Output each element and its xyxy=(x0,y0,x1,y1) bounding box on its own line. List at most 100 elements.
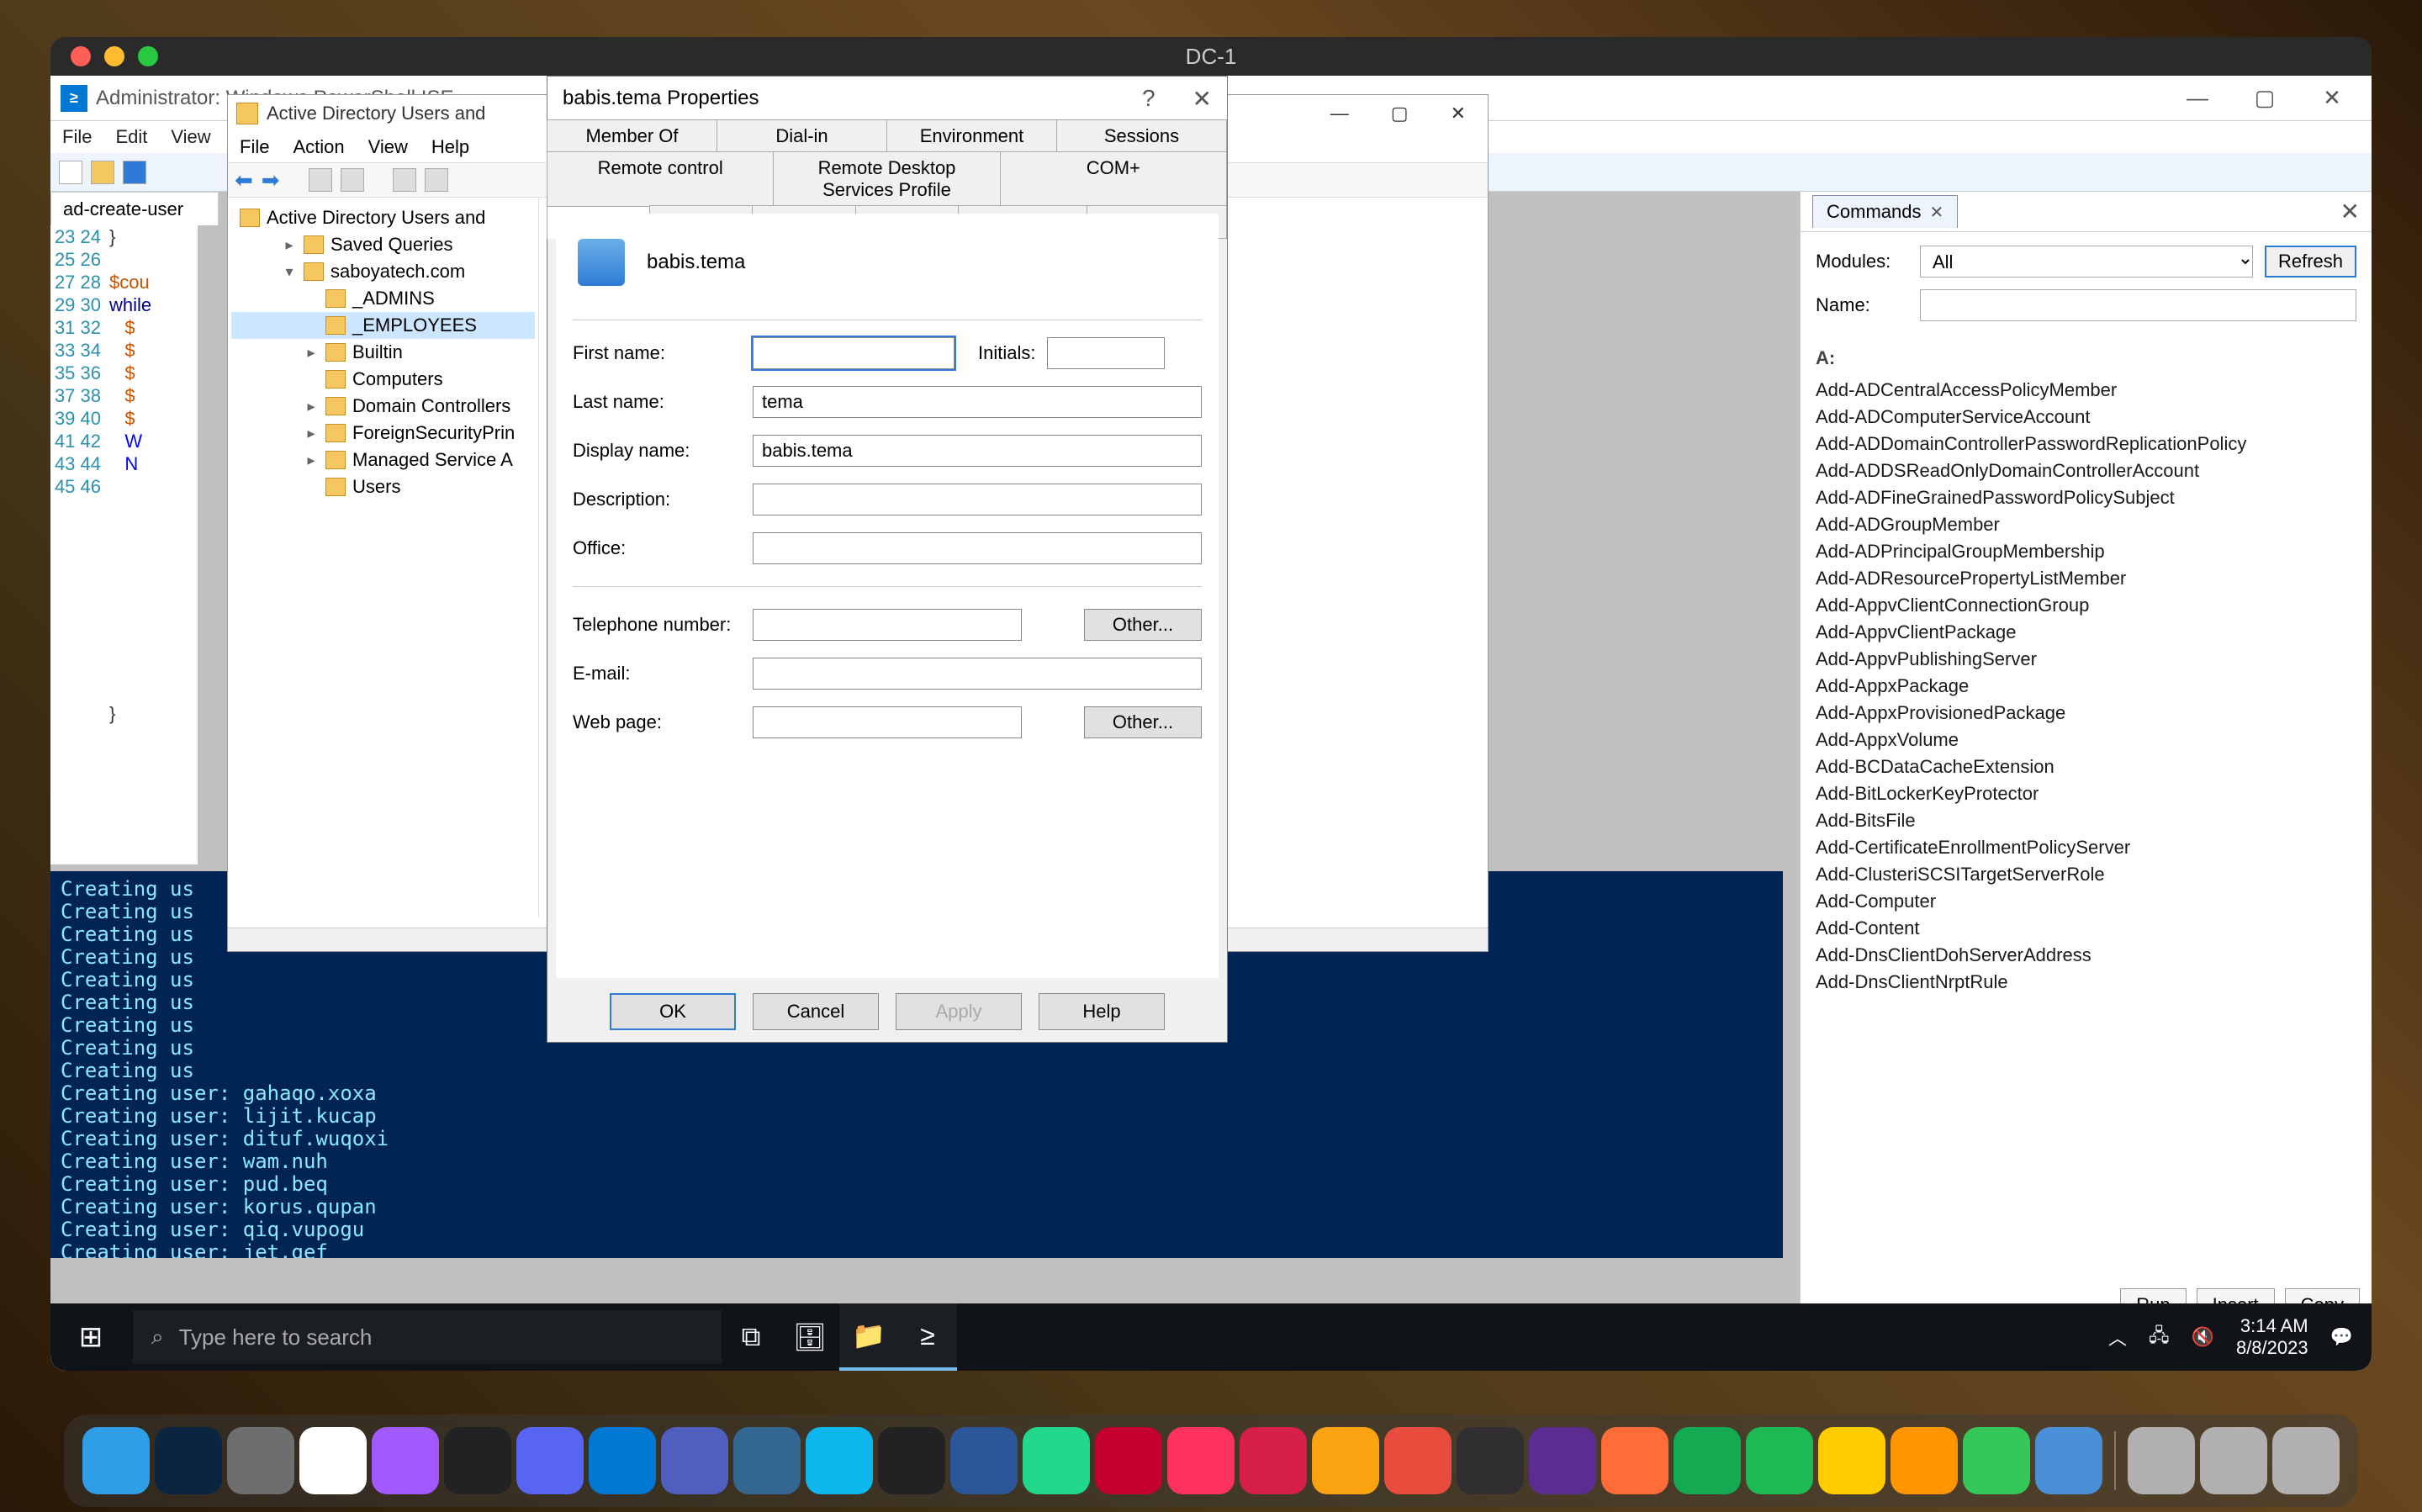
command-item[interactable]: Add-DnsClientDohServerAddress xyxy=(1816,942,2356,969)
dock-app-obs[interactable] xyxy=(1457,1427,1524,1494)
new-file-icon[interactable] xyxy=(59,161,82,184)
description-input[interactable] xyxy=(753,484,1202,515)
dock-app-terminal[interactable] xyxy=(444,1427,511,1494)
aduc-menu-file[interactable]: File xyxy=(240,136,269,158)
command-item[interactable]: Add-AppvPublishingServer xyxy=(1816,646,2356,673)
command-item[interactable]: Add-ADPrincipalGroupMembership xyxy=(1816,538,2356,565)
dock-app-safari[interactable] xyxy=(1384,1427,1452,1494)
dock-app-vscode[interactable] xyxy=(589,1427,656,1494)
notifications-icon[interactable]: 💬 xyxy=(2330,1326,2353,1348)
dialog-tab[interactable]: Sessions xyxy=(1056,119,1227,152)
dialog-help-icon[interactable]: ? xyxy=(1142,85,1155,113)
command-item[interactable]: Add-AppxVolume xyxy=(1816,727,2356,753)
command-item[interactable]: Add-ClusteriSCSITargetServerRole xyxy=(1816,861,2356,888)
aduc-close-button[interactable]: ✕ xyxy=(1451,103,1466,124)
dock-app-spotify[interactable] xyxy=(1746,1427,1813,1494)
dock-docs[interactable] xyxy=(2200,1427,2267,1494)
tree-node[interactable]: ▸Builtin xyxy=(231,339,535,366)
aduc-tree[interactable]: Active Directory Users and▸Saved Queries… xyxy=(228,198,539,917)
modules-select[interactable]: All xyxy=(1920,246,2253,278)
ise-maximize-button[interactable]: ▢ xyxy=(2252,86,2277,111)
aduc-minimize-button[interactable]: — xyxy=(1330,103,1349,124)
code-editor[interactable]: 23 24 25 26 27 28 29 30 31 32 33 34 35 3… xyxy=(50,225,198,864)
dialog-tab[interactable]: Environment xyxy=(886,119,1057,152)
dialog-tab[interactable]: Dial-in xyxy=(717,119,887,152)
explorer-icon[interactable]: 📁 xyxy=(839,1303,898,1371)
tree-node[interactable]: Computers xyxy=(231,366,535,393)
tree-node[interactable]: _EMPLOYEES xyxy=(231,312,535,339)
dock-app-intellij[interactable] xyxy=(1167,1427,1235,1494)
email-input[interactable] xyxy=(753,658,1202,690)
script-tab[interactable]: ad-create-user xyxy=(50,192,219,225)
dock-app-notes2[interactable] xyxy=(1312,1427,1379,1494)
mac-zoom-button[interactable] xyxy=(138,46,158,66)
command-item[interactable]: Add-DnsClientNrptRule xyxy=(1816,969,2356,996)
mac-close-button[interactable] xyxy=(71,46,91,66)
command-item[interactable]: Add-ADCentralAccessPolicyMember xyxy=(1816,377,2356,404)
dock-trash[interactable] xyxy=(2272,1427,2340,1494)
last-name-input[interactable] xyxy=(753,386,1202,418)
dock-app-docker[interactable] xyxy=(806,1427,873,1494)
tree-node[interactable]: ▸Saved Queries xyxy=(231,231,535,258)
aduc-menu-help[interactable]: Help xyxy=(431,136,469,158)
copy-icon[interactable] xyxy=(425,168,448,192)
taskbar-clock[interactable]: 3:14 AM 8/8/2023 xyxy=(2236,1315,2308,1359)
cut-icon[interactable] xyxy=(393,168,416,192)
command-item[interactable]: Add-ADComputerServiceAccount xyxy=(1816,404,2356,431)
powershell-taskbar-icon[interactable]: ≥ xyxy=(898,1303,957,1371)
command-item[interactable]: Add-AppxPackage xyxy=(1816,673,2356,700)
commands-pane-close-icon[interactable]: ✕ xyxy=(2340,198,2360,225)
webpage-other-button[interactable]: Other... xyxy=(1084,706,1202,738)
commands-tab-close-icon[interactable]: ✕ xyxy=(1929,202,1943,223)
dock-app-finder[interactable] xyxy=(82,1427,150,1494)
commands-list[interactable]: A:Add-ADCentralAccessPolicyMemberAdd-ADC… xyxy=(1801,335,2372,1277)
dialog-close-icon[interactable]: ✕ xyxy=(1192,85,1212,113)
tree-node[interactable]: ▸Managed Service A xyxy=(231,447,535,473)
telephone-input[interactable] xyxy=(753,609,1022,641)
command-item[interactable]: Add-AppvClientPackage xyxy=(1816,619,2356,646)
command-item[interactable]: Add-BitLockerKeyProtector xyxy=(1816,780,2356,807)
tree-node[interactable]: ▸Domain Controllers xyxy=(231,393,535,420)
dock-app-calc[interactable] xyxy=(1891,1427,1958,1494)
tree-node[interactable]: Users xyxy=(231,473,535,500)
dialog-tab[interactable]: Remote control xyxy=(547,151,774,206)
apply-button[interactable]: Apply xyxy=(896,993,1022,1030)
server-manager-icon[interactable]: 🗄 xyxy=(780,1303,839,1371)
first-name-input[interactable] xyxy=(753,337,955,369)
dock-app-vstudio[interactable] xyxy=(1529,1427,1596,1494)
dock-downloads[interactable] xyxy=(2128,1427,2195,1494)
toolbar-icon[interactable] xyxy=(341,168,364,192)
tree-node[interactable]: ▾saboyatech.com xyxy=(231,258,535,285)
command-item[interactable]: Add-Content xyxy=(1816,915,2356,942)
ise-minimize-button[interactable]: — xyxy=(2185,86,2210,111)
ise-menu-file[interactable]: File xyxy=(62,126,92,148)
toolbar-icon[interactable] xyxy=(309,168,332,192)
dock-app-word[interactable] xyxy=(950,1427,1018,1494)
dialog-tab[interactable]: COM+ xyxy=(1000,151,1227,206)
taskbar-search[interactable]: ⌕ Type here to search xyxy=(133,1310,722,1364)
name-filter-input[interactable] xyxy=(1920,289,2356,321)
command-item[interactable]: Add-BCDataCacheExtension xyxy=(1816,753,2356,780)
code-text[interactable]: } $cou while $ $ $ $ $ W N } xyxy=(109,225,151,864)
dock-app-1password[interactable] xyxy=(155,1427,222,1494)
command-item[interactable]: Add-AppxProvisionedPackage xyxy=(1816,700,2356,727)
dock-app-pycharm[interactable] xyxy=(1023,1427,1090,1494)
aduc-menu-action[interactable]: Action xyxy=(293,136,344,158)
initials-input[interactable] xyxy=(1047,337,1165,369)
network-icon[interactable]: 🖧 xyxy=(2149,1321,2170,1353)
dialog-tab[interactable]: Remote Desktop Services Profile xyxy=(773,151,1000,206)
ok-button[interactable]: OK xyxy=(610,993,736,1030)
command-item[interactable]: Add-BitsFile xyxy=(1816,807,2356,834)
save-file-icon[interactable] xyxy=(123,161,146,184)
command-item[interactable]: Add-ADDSReadOnlyDomainControllerAccount xyxy=(1816,457,2356,484)
cancel-button[interactable]: Cancel xyxy=(753,993,879,1030)
command-item[interactable]: Add-ADFineGrainedPasswordPolicySubject xyxy=(1816,484,2356,511)
webpage-input[interactable] xyxy=(753,706,1022,738)
back-icon[interactable]: ⬅ xyxy=(235,167,253,193)
aduc-menu-view[interactable]: View xyxy=(368,136,408,158)
dock-app-discord[interactable] xyxy=(516,1427,584,1494)
dialog-tab[interactable]: Member Of xyxy=(547,119,717,152)
start-button[interactable]: ⊞ xyxy=(50,1303,131,1371)
ise-close-button[interactable]: ✕ xyxy=(2319,86,2345,111)
help-button[interactable]: Help xyxy=(1039,993,1165,1030)
